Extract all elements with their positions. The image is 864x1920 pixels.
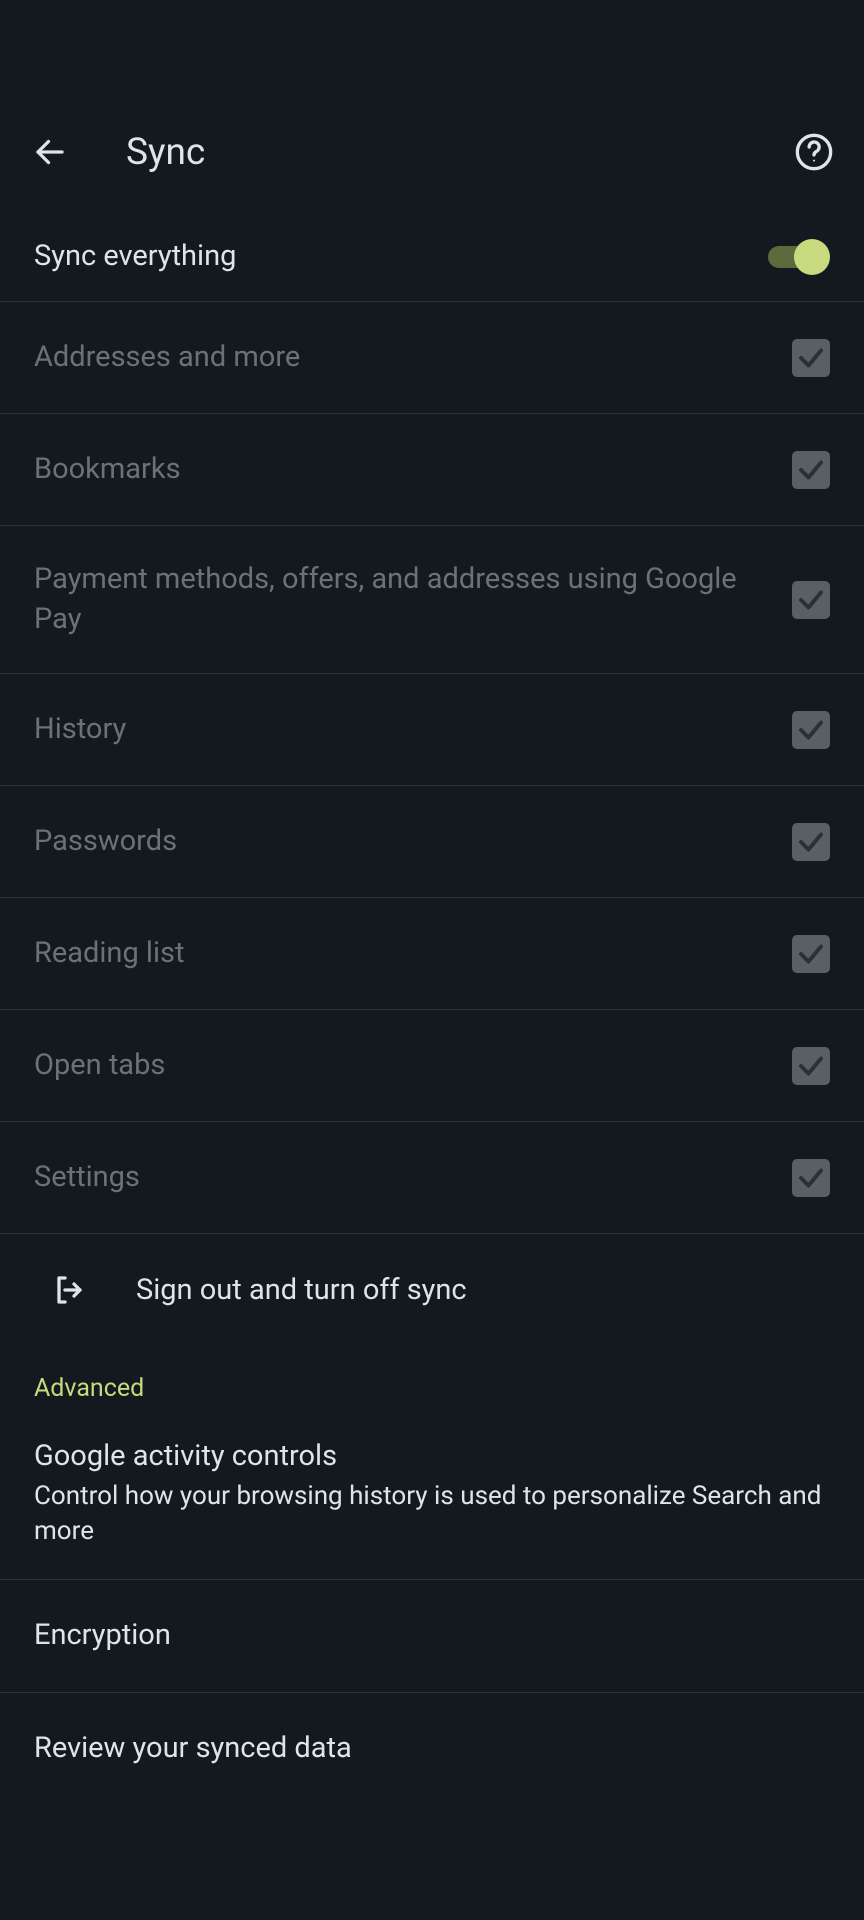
sync-item-label: Settings [34,1158,792,1197]
sign-out-icon [48,1270,88,1310]
sync-item-payment-methods: Payment methods, offers, and addresses u… [0,526,864,674]
advanced-heading: Advanced [0,1346,864,1413]
checkbox-open-tabs [792,1047,830,1085]
checkbox-payment-methods [792,581,830,619]
sync-item-passwords: Passwords [0,786,864,898]
checkbox-reading-list [792,935,830,973]
pref-google-activity-controls[interactable]: Google activity controls Control how you… [0,1413,864,1580]
sync-item-open-tabs: Open tabs [0,1010,864,1122]
arrow-left-icon [32,134,68,170]
sign-out-row[interactable]: Sign out and turn off sync [0,1234,864,1346]
checkbox-passwords [792,823,830,861]
sync-item-label: Addresses and more [34,338,792,377]
sync-everything-toggle[interactable] [768,239,830,275]
check-icon [796,1163,826,1193]
sync-item-history: History [0,674,864,786]
sync-item-label: History [34,710,792,749]
header: Sync [0,110,864,194]
page-title: Sync [126,131,792,174]
sync-item-label: Open tabs [34,1046,792,1085]
check-icon [796,715,826,745]
sign-out-label: Sign out and turn off sync [136,1273,467,1307]
sync-item-reading-list: Reading list [0,898,864,1010]
content: Sync everything Addresses and more Bookm… [0,194,864,1805]
sync-everything-row[interactable]: Sync everything [0,212,864,302]
sync-item-label: Passwords [34,822,792,861]
status-bar [0,0,864,110]
check-icon [796,1051,826,1081]
check-icon [796,343,826,373]
checkbox-addresses [792,339,830,377]
pref-review-synced-data[interactable]: Review your synced data [0,1693,864,1805]
back-button[interactable] [28,130,72,174]
pref-title: Google activity controls [34,1439,830,1473]
sync-item-label: Reading list [34,934,792,973]
toggle-thumb [794,239,830,275]
sync-item-addresses: Addresses and more [0,302,864,414]
pref-title: Review your synced data [34,1731,830,1765]
checkbox-history [792,711,830,749]
sync-item-label: Payment methods, offers, and addresses u… [34,560,792,638]
help-icon [794,132,834,172]
pref-encryption[interactable]: Encryption [0,1580,864,1693]
sync-everything-label: Sync everything [34,237,768,276]
sync-item-label: Bookmarks [34,450,792,489]
checkbox-bookmarks [792,451,830,489]
help-button[interactable] [792,130,836,174]
sync-item-settings: Settings [0,1122,864,1234]
check-icon [796,827,826,857]
checkbox-settings [792,1159,830,1197]
sync-item-bookmarks: Bookmarks [0,414,864,526]
check-icon [796,939,826,969]
pref-subtitle: Control how your browsing history is use… [34,1479,830,1549]
check-icon [796,455,826,485]
pref-title: Encryption [34,1618,830,1652]
check-icon [796,585,826,615]
